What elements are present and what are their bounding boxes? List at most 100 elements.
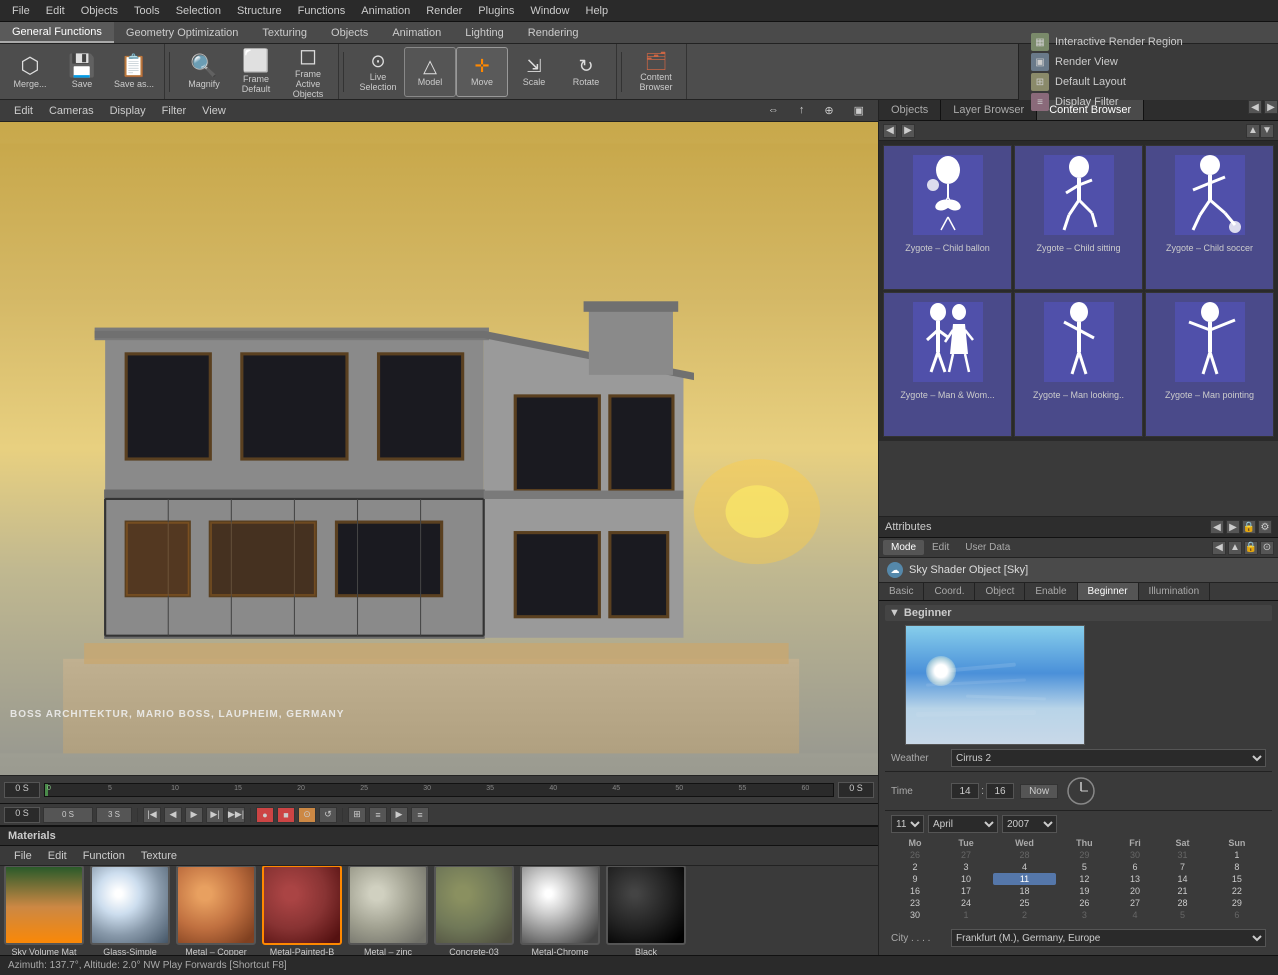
content-browser-button[interactable]: 🗂 Content Browser [630,47,682,97]
cal-day-5-4[interactable]: 4 [1113,909,1157,921]
cal-day-3-4[interactable]: 20 [1113,885,1157,897]
cal-day-1-0[interactable]: 2 [891,861,939,873]
tab-layer-browser[interactable]: Layer Browser [941,100,1037,120]
attr-mode-up[interactable]: ▲ [1228,541,1242,555]
cal-day-3-0[interactable]: 16 [891,885,939,897]
cb-item-man-looking[interactable]: Zygote – Man looking.. [1014,292,1143,437]
cal-day-2-5[interactable]: 14 [1157,873,1208,885]
cb-forward-arrow[interactable]: ▶ [901,124,915,138]
cal-day-2-3[interactable]: 12 [1056,873,1113,885]
pb-settings1[interactable]: ⊞ [348,807,366,823]
menu-file[interactable]: File [4,3,38,19]
menu-functions[interactable]: Functions [290,3,354,19]
cal-day-4-4[interactable]: 27 [1113,897,1157,909]
menu-animation[interactable]: Animation [353,3,418,19]
cal-day-1-4[interactable]: 6 [1113,861,1157,873]
viewport-move-icon[interactable]: ⇔ [760,102,787,119]
cal-day-0-0[interactable]: 26 [891,849,939,861]
mat-texture[interactable]: Texture [133,848,185,864]
tab-texturing[interactable]: Texturing [250,22,319,43]
cal-day-5-2[interactable]: 2 [993,909,1056,921]
cb-item-child-ballon[interactable]: Zygote – Child ballon [883,145,1012,290]
pb-settings4[interactable]: ≡ [411,807,429,823]
tab-animation[interactable]: Animation [380,22,453,43]
attr-tab-user-data[interactable]: User Data [957,540,1018,555]
tab-rendering[interactable]: Rendering [516,22,591,43]
cal-day-4-6[interactable]: 29 [1208,897,1266,909]
viewport-nav-icon[interactable]: ↑ [791,102,813,119]
cal-day-1-2[interactable]: 4 [993,861,1056,873]
material-black[interactable]: Black [606,866,686,955]
timeline-start-input[interactable]: 0 S [4,782,40,798]
3d-viewport[interactable]: BOSS ARCHITEKTUR, MARIO BOSS, LAUPHEIM, … [0,122,878,775]
tab-objects[interactable]: Objects [879,100,941,120]
cb-back-arrow[interactable]: ◀ [883,124,897,138]
save-button[interactable]: 💾 Save [56,47,108,97]
menu-window[interactable]: Window [522,3,577,19]
record-button[interactable]: ● [256,807,274,823]
year-select[interactable]: 2007 [1002,815,1057,833]
city-select[interactable]: Frankfurt (M.), Germany, Europe [951,929,1266,947]
menu-edit[interactable]: Edit [38,3,73,19]
timeline-end-input[interactable]: 0 S [838,782,874,798]
live-selection-button[interactable]: ⊙ Live Selection [352,47,404,97]
cal-day-1-1[interactable]: 3 [939,861,993,873]
scale-button[interactable]: ⇲ Scale [508,47,560,97]
cb-item-child-soccer[interactable]: Zygote – Child soccer [1145,145,1274,290]
cal-day-1-5[interactable]: 7 [1157,861,1208,873]
key-button[interactable]: ⊙ [298,807,316,823]
cal-day-3-2[interactable]: 18 [993,885,1056,897]
mat-file[interactable]: File [6,848,40,864]
render-view[interactable]: ▣ Render View [1027,52,1270,72]
cal-day-0-6[interactable]: 1 [1208,849,1266,861]
cal-day-3-1[interactable]: 17 [939,885,993,897]
pb-settings3[interactable]: ▶ [390,807,408,823]
attr-tab-basic[interactable]: Basic [879,583,924,600]
material-chrome[interactable]: Metal-Chrome [520,866,600,955]
cal-day-5-0[interactable]: 30 [891,909,939,921]
display-filter[interactable]: ≡ Display Filter [1027,92,1270,112]
cb-item-child-sitting[interactable]: Zygote – Child sitting [1014,145,1143,290]
interactive-render-region[interactable]: ▦ Interactive Render Region [1027,32,1270,52]
cal-day-0-5[interactable]: 31 [1157,849,1208,861]
menu-structure[interactable]: Structure [229,3,290,19]
viewport-fullscreen-icon[interactable]: ▣ [846,102,872,119]
cal-day-5-6[interactable]: 6 [1208,909,1266,921]
menu-plugins[interactable]: Plugins [470,3,522,19]
cal-day-2-0[interactable]: 9 [891,873,939,885]
viewport-camera-icon[interactable]: ⊕ [816,102,841,119]
material-sky-volume[interactable]: Sky Volume Mat [4,866,84,955]
attr-tab-edit[interactable]: Edit [924,540,957,555]
cal-day-1-3[interactable]: 5 [1056,861,1113,873]
cal-day-0-4[interactable]: 30 [1113,849,1157,861]
cb-item-man-woman[interactable]: Zygote – Man & Wom... [883,292,1012,437]
menu-tools[interactable]: Tools [126,3,168,19]
menu-selection[interactable]: Selection [168,3,229,19]
cal-day-4-0[interactable]: 23 [891,897,939,909]
timeline-ruler[interactable]: 0 5 10 15 20 25 30 35 40 45 50 55 60 [44,783,834,797]
end-input[interactable]: 3 S [96,807,132,823]
attr-settings-icon[interactable]: ⚙ [1258,520,1272,534]
save-as-button[interactable]: 📋 Save as... [108,47,160,97]
vp-menu-display[interactable]: Display [102,103,154,119]
default-layout[interactable]: ⊞ Default Layout [1027,72,1270,92]
material-painted[interactable]: Metal-Painted-B [262,866,342,955]
cb-down-arrow[interactable]: ▼ [1260,124,1274,138]
material-concrete[interactable]: Concrete-03 [434,866,514,955]
cal-day-5-3[interactable]: 3 [1056,909,1113,921]
play-button[interactable]: ▶ [185,807,203,823]
attr-mode-eye[interactable]: ⊙ [1260,541,1274,555]
attr-tab-enable[interactable]: Enable [1025,583,1077,600]
cal-day-2-6[interactable]: 15 [1208,873,1266,885]
attr-tab-object[interactable]: Object [975,583,1025,600]
material-zinc[interactable]: Metal – zinc [348,866,428,955]
cal-day-4-3[interactable]: 26 [1056,897,1113,909]
frame-default-button[interactable]: ⬜ Frame Default [230,47,282,97]
go-end-button[interactable]: ▶▶| [227,807,245,823]
beginner-arrow[interactable]: ▼ [889,607,900,619]
mat-function[interactable]: Function [75,848,133,864]
cal-day-2-2[interactable]: 11 [993,873,1056,885]
cb-up-arrow[interactable]: ▲ [1246,124,1260,138]
attr-tab-coord[interactable]: Coord. [924,583,975,600]
cal-day-0-2[interactable]: 28 [993,849,1056,861]
